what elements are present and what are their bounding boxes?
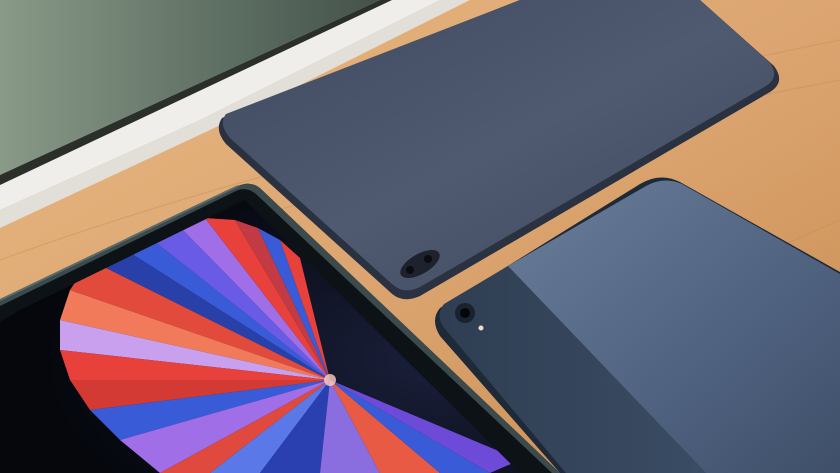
round-camera-lens-icon — [460, 308, 470, 318]
camera-lens-2-icon — [424, 255, 432, 263]
photo-scene — [0, 0, 840, 473]
flash-icon — [478, 325, 484, 331]
camera-lens-icon — [406, 266, 414, 274]
photo-svg — [0, 0, 840, 473]
wallpaper-center — [324, 374, 336, 386]
